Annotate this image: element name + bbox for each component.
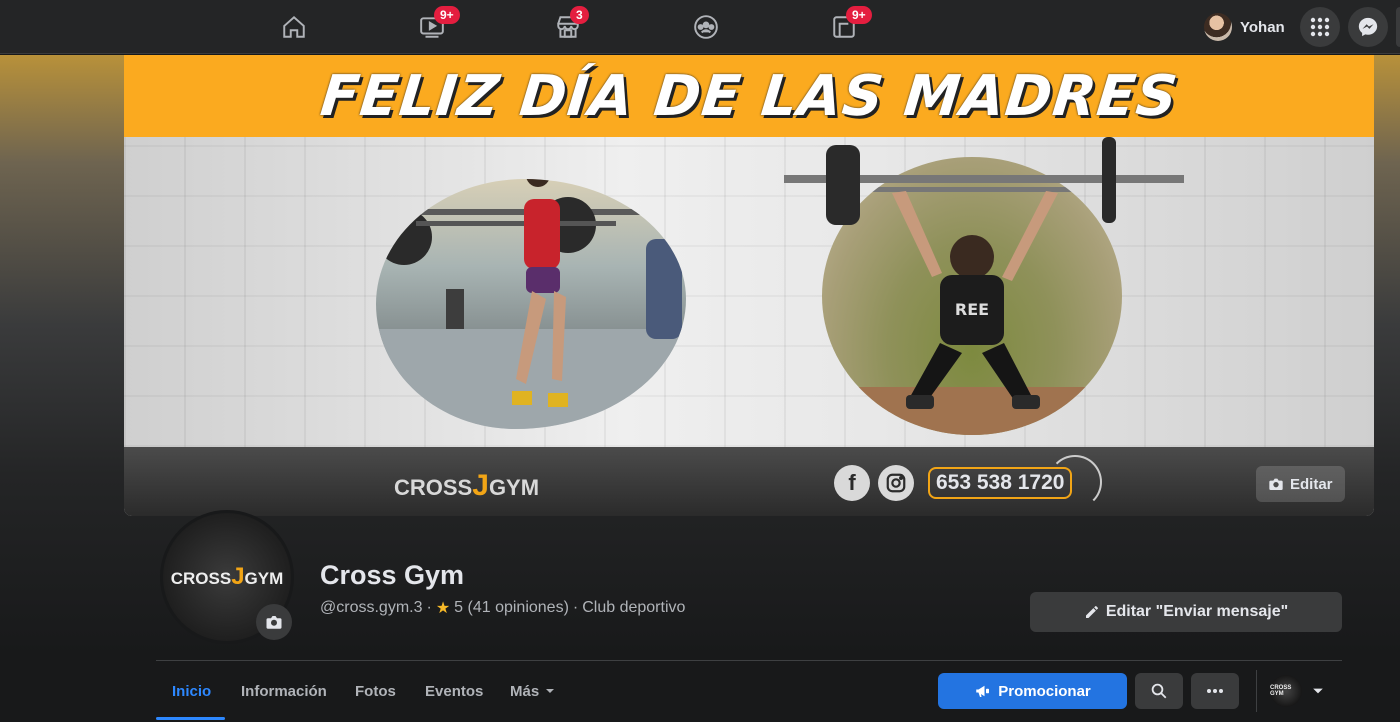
page-rating[interactable]: 5 (41 opiniones) [454, 599, 569, 617]
page-category: Club deportivo [582, 599, 686, 616]
facebook-glyph: f [848, 470, 856, 495]
promote-label: Promocionar [998, 682, 1091, 700]
profile-logo-left: CROSS [170, 569, 232, 588]
meta-separator: · [572, 599, 579, 616]
nav-home[interactable] [238, 0, 350, 54]
nav-gaming[interactable]: 9+ [788, 0, 900, 54]
search-button[interactable] [1135, 673, 1183, 709]
cover-logo-mark: J [472, 469, 489, 502]
tab-mas[interactable]: Más [510, 672, 555, 710]
user-profile-chip[interactable]: Yohan [1200, 9, 1295, 45]
nav-watch[interactable]: 9+ [376, 0, 488, 54]
edit-cover-label: Editar [1290, 475, 1333, 493]
tab-fotos[interactable]: Fotos [355, 672, 396, 710]
promote-button[interactable]: Promocionar [938, 673, 1127, 709]
pencil-icon [1085, 606, 1098, 618]
camera-icon [266, 616, 282, 629]
edit-cover-button[interactable]: Editar [1256, 466, 1345, 502]
notifications-button-edge[interactable] [1396, 7, 1400, 47]
cover-logo-left: CROSS [394, 475, 473, 500]
gaming-badge: 9+ [846, 6, 872, 24]
messenger-button[interactable] [1348, 7, 1388, 47]
tab-label: Información [241, 682, 327, 700]
user-name: Yohan [1240, 18, 1285, 36]
cover-photo[interactable]: FELIZ DÍA DE LAS MADRES REE CROSSJGYM f … [124, 55, 1374, 516]
tab-label: Eventos [425, 682, 484, 700]
instagram-icon [878, 465, 914, 501]
watch-badge: 9+ [434, 6, 460, 24]
edit-send-message-label: Editar "Enviar mensaje" [1105, 603, 1289, 620]
cover-footer-bar: CROSSJGYM f 653 538 1720 Editar [124, 447, 1374, 516]
meta-separator: · [426, 599, 432, 616]
update-profile-picture-button[interactable] [256, 604, 292, 640]
groups-icon [694, 15, 718, 39]
phone-decoration-ring [1048, 455, 1102, 509]
tab-label: Más [510, 682, 540, 700]
profile-divider [156, 660, 1342, 661]
profile-logo-right: GYM [244, 569, 284, 588]
grid-menu-icon [1310, 17, 1330, 37]
nav-marketplace[interactable]: 3 [512, 0, 624, 54]
page-handle[interactable]: @cross.gym.3 [320, 599, 422, 617]
user-avatar [1204, 13, 1232, 41]
star-icon: ★ [435, 600, 451, 617]
facebook-icon: f [834, 465, 870, 501]
top-navigation-bar: 9+ 3 9+ Yohan [0, 0, 1400, 54]
home-icon [283, 15, 305, 38]
camera-icon [1269, 478, 1283, 490]
caret-down-icon [546, 689, 555, 693]
profile-logo-mark: J [231, 563, 245, 590]
toolbar-separator [1256, 670, 1257, 712]
menu-button[interactable] [1300, 7, 1340, 47]
cover-logo-right: GYM [488, 475, 540, 500]
cover-gym-photo: REE [124, 137, 1374, 447]
search-icon [1151, 683, 1167, 699]
cover-headline-banner: FELIZ DÍA DE LAS MADRES [124, 55, 1374, 137]
tab-informacion[interactable]: Información [241, 672, 327, 710]
profile-picture-logo: CROSSJGYM [171, 563, 284, 591]
page-title: Cross Gym [320, 560, 465, 590]
megaphone-icon [976, 685, 990, 697]
cover-logo: CROSSJGYM [394, 469, 539, 503]
edit-send-message-button[interactable]: Editar "Enviar mensaje" [1030, 592, 1342, 632]
tab-label: Inicio [172, 682, 212, 700]
weightlifter-photo-right: REE [822, 157, 1122, 435]
active-tab-indicator [156, 717, 225, 720]
switcher-avatar-text: CROSS GYM [1270, 685, 1292, 697]
tab-inicio[interactable]: Inicio [172, 672, 211, 710]
nav-groups[interactable] [650, 0, 762, 54]
caret-down-icon [1313, 688, 1323, 694]
page-meta: @cross.gym.3 · ★ 5 (41 opiniones) · Club… [320, 598, 685, 618]
more-options-button[interactable] [1191, 673, 1239, 709]
messenger-icon [1358, 17, 1378, 37]
page-avatar-small: CROSS GYM [1270, 675, 1302, 707]
more-horizontal-icon [1207, 689, 1223, 693]
marketplace-badge: 3 [570, 6, 589, 24]
tab-eventos[interactable]: Eventos [425, 672, 483, 710]
plate-right-2 [1102, 137, 1116, 223]
account-switcher[interactable]: CROSS GYM [1270, 674, 1336, 708]
cover-headline: FELIZ DÍA DE LAS MADRES [317, 63, 1181, 129]
svg-text:REE: REE [955, 300, 989, 319]
plate-right-1 [826, 145, 860, 225]
tab-label: Fotos [355, 682, 396, 700]
